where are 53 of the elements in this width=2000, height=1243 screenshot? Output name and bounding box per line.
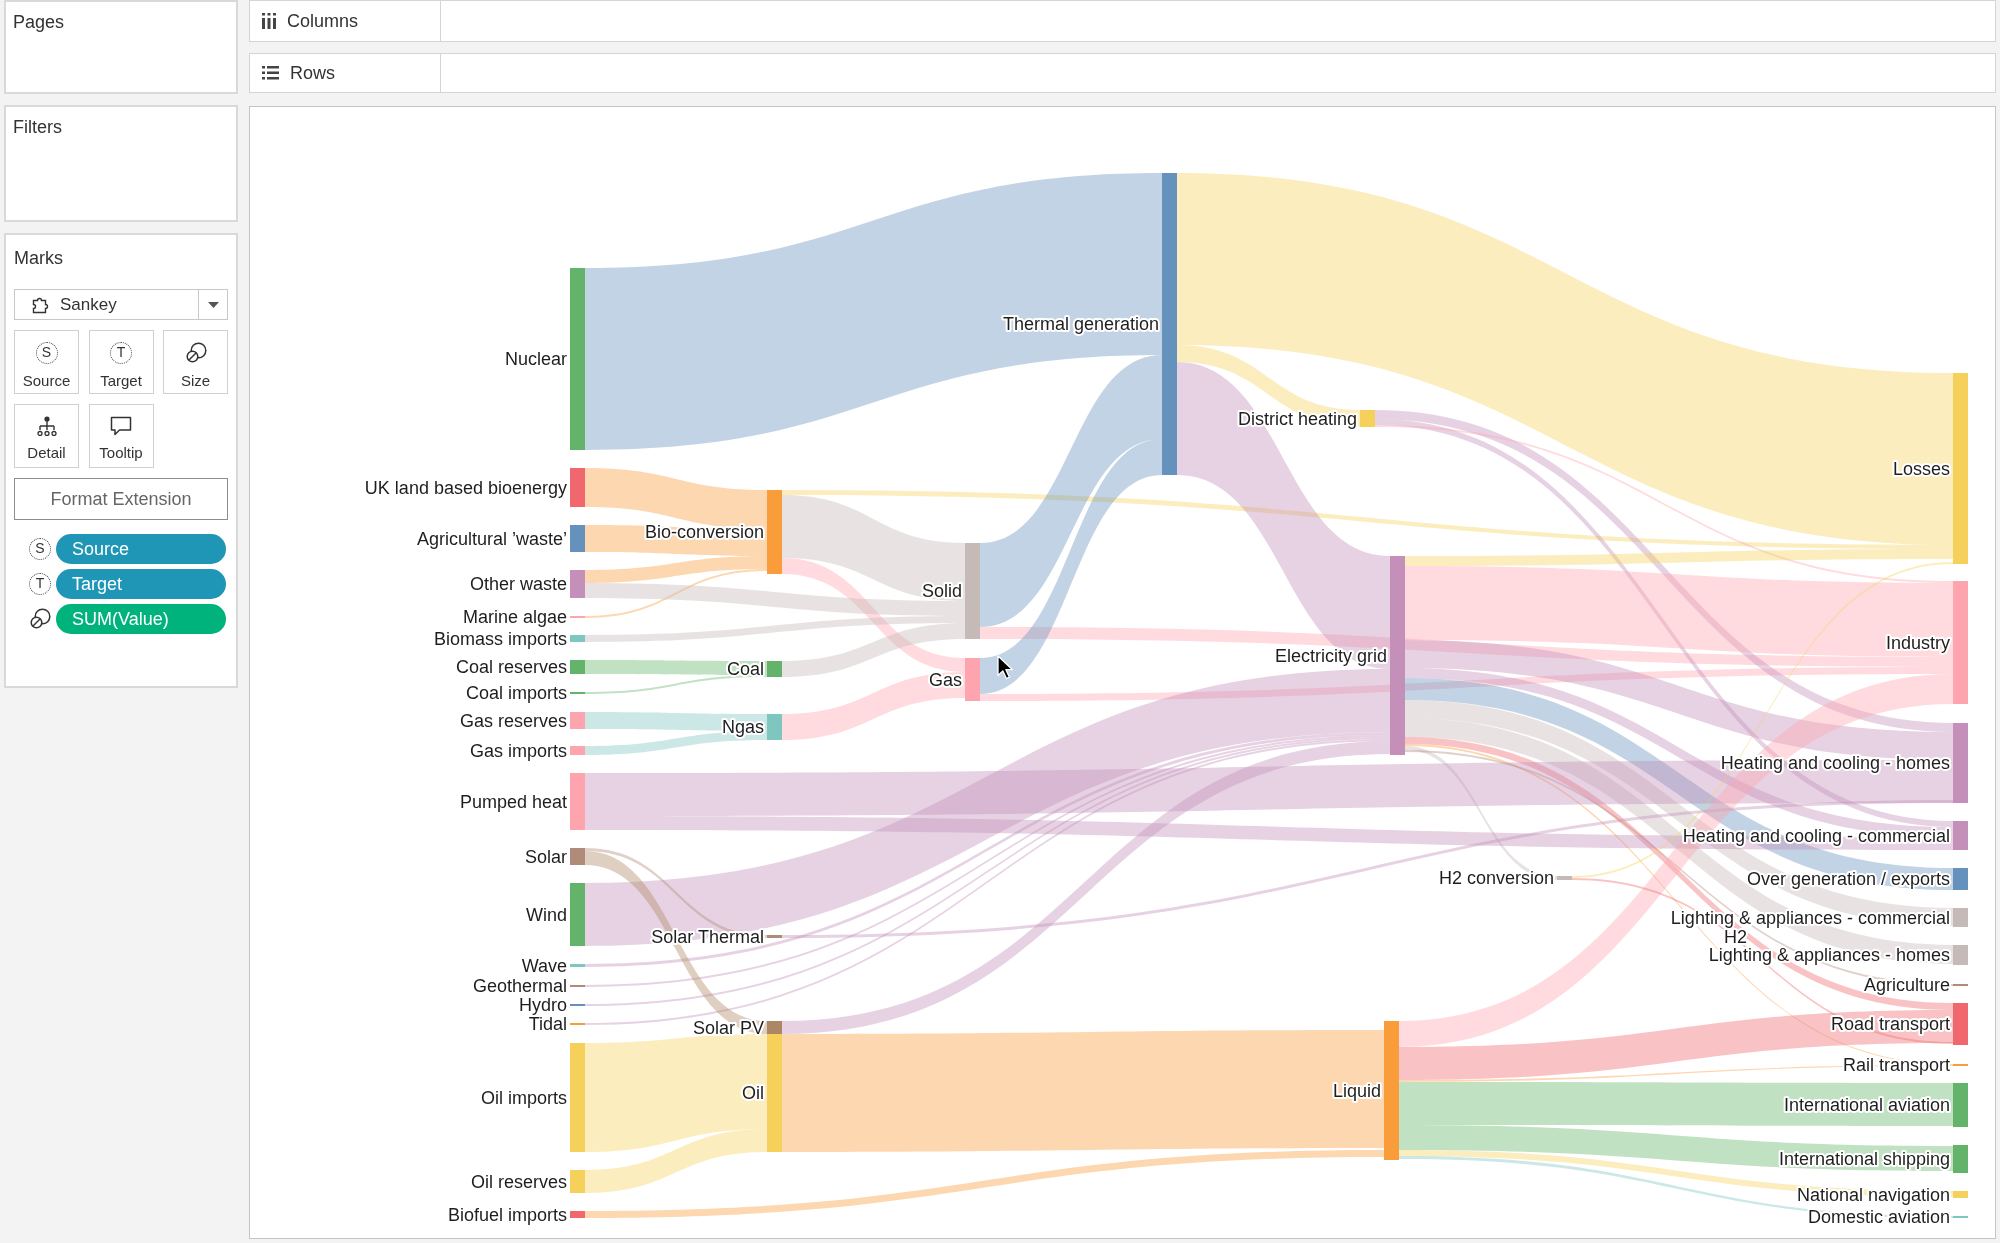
node-label: Over generation / exports — [1746, 869, 1950, 889]
node-label: Oil reserves — [470, 1171, 567, 1192]
node-label: Bio-conversion — [644, 522, 764, 542]
node-label: H2 conversion — [1438, 868, 1554, 888]
node-label: District heating — [1237, 408, 1357, 429]
node-label: Solar Thermal — [651, 926, 764, 947]
node-label: Wind — [526, 904, 567, 925]
node-label: Coal imports — [465, 683, 567, 703]
node-label: Oil — [742, 1083, 764, 1103]
node-label: Coal — [726, 659, 764, 679]
node-label: Agricultural ’waste’ — [416, 528, 567, 549]
node-label: Electricity grid — [1274, 645, 1387, 666]
node-label: Nuclear — [504, 349, 567, 369]
node-label: Losses — [1892, 458, 1950, 479]
node-label: Coal reserves — [455, 657, 567, 677]
node-label: H2 — [1724, 927, 1747, 947]
node-label: Lighting & appliances - homes — [1708, 945, 1950, 965]
node-label: Solar — [524, 846, 567, 867]
node-label: Liquid — [1332, 1080, 1381, 1101]
shelf-label: Rows — [290, 61, 335, 85]
node-label: Lighting & appliances - commercial — [1670, 907, 1950, 928]
node-label: Oil imports — [481, 1087, 567, 1108]
node-label: National navigation — [1796, 1184, 1950, 1205]
panel-title: Filters — [12, 116, 62, 138]
node-label: Solar PV — [692, 1017, 764, 1038]
node-label: Agriculture — [1863, 975, 1950, 995]
node-label: Road transport — [1830, 1014, 1950, 1034]
node-label: Gas — [929, 669, 962, 690]
node-label: Gas reserves — [459, 710, 567, 731]
node-label: International aviation — [1783, 1095, 1950, 1115]
node-label: Ngas — [721, 717, 764, 737]
node-label: Other waste — [469, 574, 567, 594]
node-label: Hydro — [519, 995, 567, 1015]
node-label: Thermal generation — [1002, 314, 1159, 334]
node-label: Wave — [521, 955, 567, 976]
node-label: UK land based bioenergy — [364, 477, 567, 498]
node-label: International shipping — [1778, 1149, 1950, 1169]
node-label: Solid — [921, 581, 962, 601]
node-label: Geothermal — [472, 976, 567, 996]
node-label: Gas imports — [469, 740, 567, 761]
node-label: Marine algae — [462, 607, 567, 627]
node-label: Tidal — [528, 1014, 567, 1034]
node-label: Rail transport — [1842, 1055, 1950, 1075]
node-label: Biofuel imports — [447, 1204, 567, 1225]
panel-title: Marks — [14, 247, 63, 269]
node-label: Heating and cooling - homes — [1720, 753, 1950, 773]
panel-title: Pages — [12, 11, 65, 33]
node-label: Industry — [1885, 632, 1950, 653]
node-label: Domestic aviation — [1807, 1207, 1950, 1227]
node-label: Biomass imports — [433, 628, 567, 649]
node-label: Pumped heat — [459, 791, 567, 812]
node-label: Heating and cooling - commercial — [1682, 825, 1950, 846]
shelf-label: Columns — [287, 9, 359, 33]
